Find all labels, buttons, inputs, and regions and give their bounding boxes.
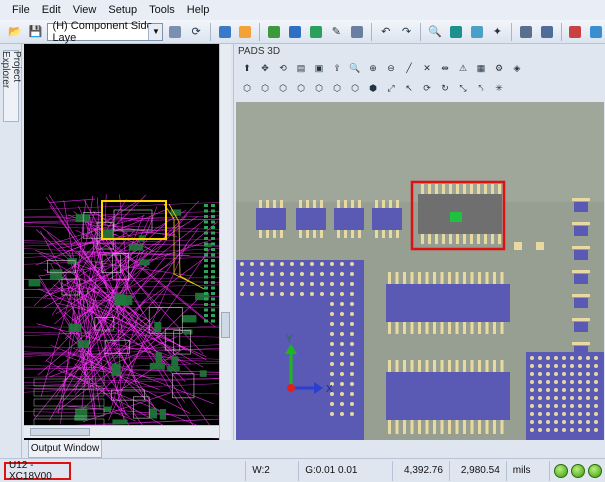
toolbar-separator [560, 22, 562, 41]
pcb-layout-canvas[interactable] [24, 44, 219, 440]
zoom-icon[interactable]: 🔍 [426, 23, 444, 41]
axis-x-label: X [326, 384, 333, 395]
pointer-icon[interactable]: ↖ [402, 81, 416, 95]
selection-status: U12 - XC18V00 [4, 460, 71, 482]
cleanup-icon[interactable]: ✦ [488, 23, 506, 41]
units-status: mils [507, 460, 550, 481]
output-window-tab[interactable]: Output Window [28, 440, 102, 458]
clearance-icon[interactable]: ✕ [420, 61, 434, 75]
board-view-icon[interactable] [447, 23, 465, 41]
menu-view[interactable]: View [67, 2, 103, 18]
y-coordinate: 2,980.54 [450, 460, 507, 481]
properties-icon[interactable] [166, 23, 184, 41]
view-back-icon[interactable]: ⬡ [312, 81, 326, 95]
measure-icon[interactable]: ╱ [402, 61, 416, 75]
menu-setup[interactable]: Setup [102, 2, 143, 18]
export-icon[interactable]: ⇪ [330, 61, 344, 75]
pads-router-icon[interactable] [237, 23, 255, 41]
pads3d-panel: PADS 3D ⬆ ✥ ⟲ ▤ ▣ ⇪ 🔍 ⊕ ⊖ ╱ ✕ ⇹ ⚠ ▦ ⚙ ◈ … [233, 44, 605, 440]
ecos-icon[interactable] [348, 23, 366, 41]
reset-icon[interactable]: ↻ [438, 81, 452, 95]
x-coordinate: 4,392.76 [393, 460, 450, 481]
view-iso-icon[interactable]: ⬡ [240, 81, 254, 95]
settings-icon[interactable]: ⚙ [492, 61, 506, 75]
route-icon[interactable] [265, 23, 283, 41]
move-icon[interactable]: ✥ [258, 61, 272, 75]
distance-icon[interactable]: ⇹ [438, 61, 452, 75]
status-leds [550, 463, 605, 478]
find-icon[interactable]: 🔍 [348, 61, 362, 75]
select-icon[interactable]: ⬆ [240, 61, 254, 75]
undo-icon[interactable]: ↶ [377, 23, 395, 41]
menu-file[interactable]: File [6, 2, 36, 18]
pcb-horizontal-scrollbar[interactable] [24, 425, 219, 438]
width-status: W:2 [246, 460, 300, 481]
project-explorer-tab[interactable]: Project Explorer [0, 50, 22, 122]
pads3d-toolbar-2: ⬡ ⬡ ⬡ ⬡ ⬡ ⬡ ⬡ ⬢ ⤢ ↖ ⟳ ↻ ⤡ ⤣ ✳ [234, 78, 605, 98]
view-right-icon[interactable]: ⬡ [348, 81, 362, 95]
plane-icon[interactable] [286, 23, 304, 41]
verify-icon[interactable] [567, 23, 585, 41]
menu-tools[interactable]: Tools [143, 2, 181, 18]
warning-icon[interactable]: ⚠ [456, 61, 470, 75]
pads3d-viewport[interactable]: YX [236, 102, 604, 440]
view-custom-icon[interactable]: ⬢ [366, 81, 380, 95]
toolbar-separator [209, 22, 211, 41]
save-icon[interactable]: 💾 [27, 23, 45, 41]
rotate-icon[interactable]: ⟲ [276, 61, 290, 75]
lighting-icon[interactable]: ✳ [492, 81, 506, 95]
pcb-board-drawing [24, 194, 219, 439]
pads3d-title: PADS 3D [238, 45, 281, 57]
open-icon[interactable]: 📂 [6, 23, 24, 41]
pads3d-toolbar-1: ⬆ ✥ ⟲ ▤ ▣ ⇪ 🔍 ⊕ ⊖ ╱ ✕ ⇹ ⚠ ▦ ⚙ ◈ [234, 58, 605, 78]
menu-bar: File Edit View Setup Tools Help [0, 0, 605, 20]
explode-icon[interactable]: ⤡ [456, 81, 470, 95]
status-bar: U12 - XC18V00 W:2 G:0.01 0.01 4,392.76 2… [0, 458, 605, 482]
view-top-icon[interactable]: ⬡ [258, 81, 272, 95]
menu-help[interactable]: Help [181, 2, 216, 18]
view-front-icon[interactable]: ⬡ [294, 81, 308, 95]
drafting-icon[interactable] [307, 23, 325, 41]
layer-select[interactable]: (H) Component Side Laye ▼ [47, 19, 164, 44]
scroll-thumb[interactable] [30, 428, 90, 436]
visibility-icon[interactable]: ◈ [510, 61, 524, 75]
toolbar-separator [511, 22, 513, 41]
axis-y-label: Y [286, 334, 293, 345]
zoom-in-icon[interactable]: ⊕ [366, 61, 380, 75]
toolbar-separator [420, 22, 422, 41]
main-toolbar: 📂 💾 (H) Component Side Laye ▼ ⟳ ✎ ↶ ↷ 🔍 … [0, 20, 605, 44]
toolbar-separator [259, 22, 261, 41]
menu-edit[interactable]: Edit [36, 2, 67, 18]
chevron-down-icon[interactable]: ▼ [148, 23, 163, 40]
refresh-icon[interactable]: ⟳ [187, 23, 205, 41]
print-icon[interactable]: ▤ [294, 61, 308, 75]
scroll-thumb[interactable] [221, 312, 230, 338]
zoom-out-icon[interactable]: ⊖ [384, 61, 398, 75]
status-led-icon [587, 463, 602, 478]
status-led-icon [570, 463, 585, 478]
toolbar-separator [370, 22, 372, 41]
pads3d-icon[interactable] [587, 23, 605, 41]
grid-status: G:0.01 0.01 [299, 460, 394, 481]
view-left-icon[interactable]: ⬡ [330, 81, 344, 95]
pcb-vertical-scrollbar[interactable] [219, 44, 231, 440]
spin-icon[interactable]: ⟳ [420, 81, 434, 95]
pads3d-board-render: YX [236, 102, 604, 440]
fit-icon[interactable]: ⤢ [384, 81, 398, 95]
collapse-icon[interactable]: ⤣ [474, 81, 488, 95]
redo-icon[interactable]: ↷ [398, 23, 416, 41]
design-icon[interactable]: ✎ [327, 23, 345, 41]
properties-icon[interactable]: ▦ [474, 61, 488, 75]
status-led-icon [553, 463, 568, 478]
layer-select-value: (H) Component Side Laye [52, 19, 153, 44]
snapshot-icon[interactable]: ▣ [312, 61, 326, 75]
report-icon[interactable] [538, 23, 556, 41]
status-spacer [71, 460, 247, 481]
view-bottom-icon[interactable]: ⬡ [276, 81, 290, 95]
hyperlynx-icon[interactable] [517, 23, 535, 41]
layers-icon[interactable] [468, 23, 486, 41]
pads-layout-icon[interactable] [216, 23, 234, 41]
